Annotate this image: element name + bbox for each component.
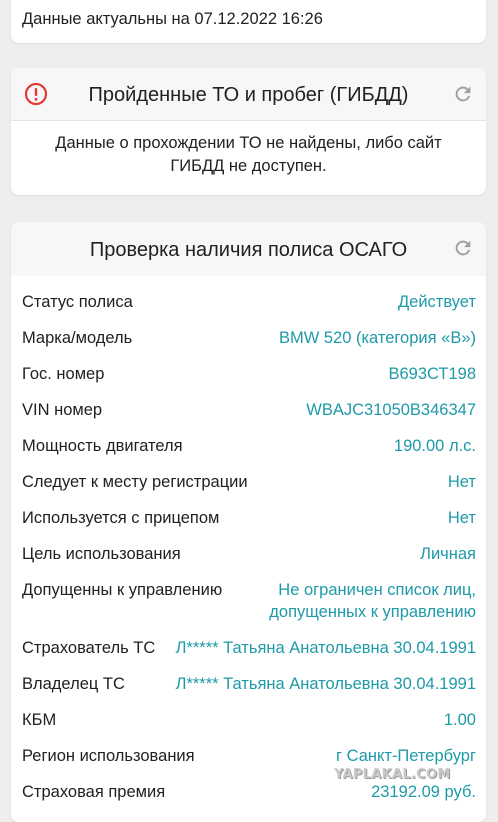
row-label: Используется с прицепом: [22, 509, 220, 527]
refresh-icon[interactable]: [452, 237, 474, 259]
row-value: Нет: [447, 473, 476, 491]
site-watermark: YAPLAKAL.COM: [334, 767, 451, 782]
gibdd-card-header: Пройденные ТО и пробег (ГИБДД): [11, 68, 486, 121]
row-value: WBAJC31050B346347: [306, 401, 476, 419]
row-label: Следует к месту регистрации: [22, 473, 248, 491]
row-label: Владелец ТС: [22, 675, 125, 693]
row-value: Л***** Татьяна Анатольевна 30.04.1991: [175, 639, 476, 657]
row-label: Гос. номер: [22, 365, 105, 383]
row-value: BMW 520 (категория «B»): [278, 329, 476, 347]
row-value: Действует: [397, 293, 476, 311]
row-label: Допущенны к управлению: [22, 581, 223, 599]
row-value: Л***** Татьяна Анатольевна 30.04.1991: [175, 675, 476, 693]
row-value: г Санкт-Петербург: [335, 747, 476, 765]
row-label: КБМ: [22, 711, 57, 729]
row-value: В693СТ198: [388, 365, 476, 383]
row-label: Цель использования: [22, 545, 181, 563]
gibdd-card-title: Пройденные ТО и пробег (ГИБДД): [88, 84, 409, 106]
row-label: Статус полиса: [22, 293, 133, 311]
osago-policy-card: Проверка наличия полиса ОСАГО Статус пол…: [11, 222, 486, 822]
row-value: 190.00 л.с.: [393, 437, 476, 455]
data-actual-date: Данные актуальны на 07.12.2022 16:26: [22, 10, 323, 28]
data-date-card: Данные актуальны на 07.12.2022 16:26: [11, 0, 486, 43]
row-label: Мощность двигателя: [22, 437, 183, 455]
row-label: VIN номер: [22, 401, 103, 419]
row-label: Страховая премия: [22, 783, 166, 801]
row-label: Регион использования: [22, 747, 195, 765]
row-value: 23192.09 руб.: [371, 783, 476, 801]
row-label: Страхователь ТС: [22, 639, 156, 657]
osago-card-title: Проверка наличия полиса ОСАГО: [89, 239, 408, 261]
osago-card-header: Проверка наличия полиса ОСАГО: [11, 222, 486, 276]
row-value-line-1: Не ограничен список лиц,: [278, 581, 476, 599]
row-value-line-2: допущенных к управлению: [269, 603, 476, 621]
row-label: Марка/модель: [22, 329, 133, 347]
row-value: 1.00: [443, 711, 476, 729]
drivers-allowed-row: Допущенны к управлению Не ограничен спис…: [22, 579, 476, 623]
refresh-icon[interactable]: [452, 83, 474, 105]
row-value: Личная: [420, 545, 476, 563]
gibdd-inspection-card: Пройденные ТО и пробег (ГИБДД) Данные о …: [11, 68, 486, 195]
gibdd-not-found-message: Данные о прохождении ТО не найдены, либо…: [55, 134, 442, 175]
row-value: Нет: [447, 509, 476, 527]
